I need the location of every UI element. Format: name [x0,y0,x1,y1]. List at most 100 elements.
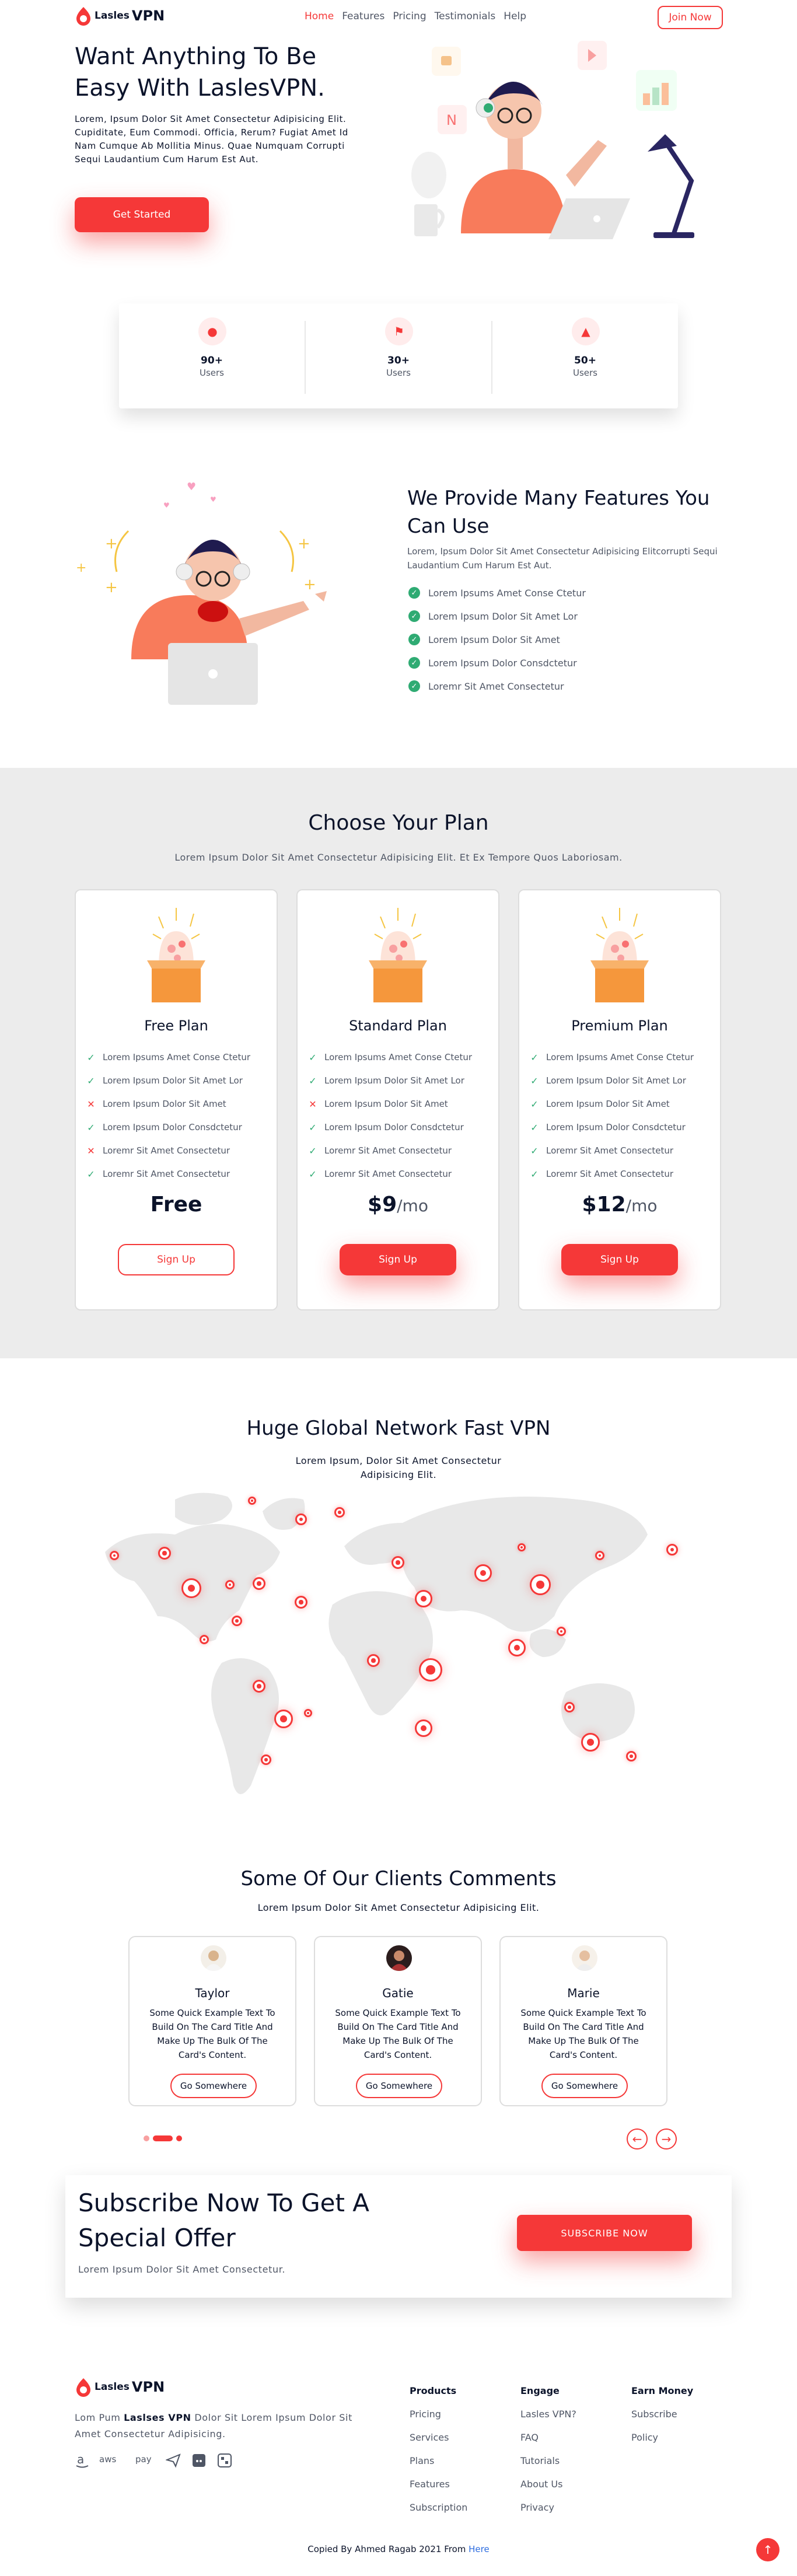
footer-link[interactable]: Tutorials [520,2455,560,2466]
server-location-marker[interactable] [248,1497,256,1505]
brand-logo[interactable]: Lasles VPN [75,6,165,26]
network-subtitle-line1: Lorem Ipsum, Dolor Sit Amet Consectetur [295,1455,502,1466]
client-name: Marie [567,1986,600,2000]
client-comment: Some Quick Example Text To Build On The … [335,2008,461,2060]
scroll-to-top-button[interactable]: ↑ [756,2538,779,2561]
go-somewhere-button[interactable]: Go Somewhere [356,2074,442,2098]
server-location-marker[interactable] [474,1564,492,1582]
carousel-dot[interactable] [176,2135,182,2141]
plans-subtitle: Lorem Ipsum Dolor Sit Amet Consectetur A… [174,852,623,863]
amazon-icon[interactable]: a [75,2452,90,2470]
carousel-next-button[interactable]: → [656,2128,677,2149]
server-location-marker[interactable] [253,1577,265,1590]
plan-feature: ✓ Lorem Ipsum Dolor Sit Amet [530,1092,694,1116]
server-location-marker[interactable] [200,1635,209,1644]
nav-link-features[interactable]: Features [342,11,384,22]
server-location-marker[interactable] [626,1751,637,1761]
server-location-marker[interactable] [181,1578,201,1598]
discord-icon[interactable] [191,2453,207,2470]
arrow-left-icon: ← [632,2132,642,2146]
aws-icon[interactable]: aws [99,2454,116,2465]
server-location-marker[interactable] [158,1547,171,1560]
server-location-marker[interactable] [253,1680,265,1693]
plan-feature-label: Loremr Sit Amet Consectetur [324,1169,452,1179]
footer-link[interactable]: Features [410,2479,450,2490]
user-icon: ● [198,317,226,345]
footer-link[interactable]: Services [410,2432,449,2443]
plan-feature: ✕ Lorem Ipsum Dolor Sit Amet [86,1092,250,1116]
server-location-marker[interactable] [225,1580,235,1589]
go-somewhere-button[interactable]: Go Somewhere [541,2074,628,2098]
footer-description: Lom Pum Laslses VPN Dolor Sit Lorem Ipsu… [75,2410,378,2442]
dashboard-icon[interactable] [217,2453,232,2470]
arrow-up-icon: ↑ [763,2543,773,2557]
server-location-marker[interactable] [518,1543,526,1551]
plan-feature-label: Lorem Ipsum Dolor Sit Amet [103,1099,226,1109]
footer-link[interactable]: Privacy [520,2502,554,2513]
server-location-marker[interactable] [295,1596,307,1609]
plan-feature: ✓ Lorem Ipsum Dolor Sit Amet Lor [530,1069,694,1092]
server-location-marker[interactable] [508,1639,526,1656]
plan-card: Standard Plan ✓ Lorem Ipsums Amet Conse Ct… [296,889,499,1310]
carousel-prev-button[interactable]: ← [627,2128,648,2149]
logo-icon [76,7,90,26]
footer-link[interactable]: Pricing [410,2409,441,2420]
svg-text:♥: ♥ [210,495,216,504]
server-location-marker[interactable] [415,1719,432,1737]
go-somewhere-button[interactable]: Go Somewhere [170,2074,257,2098]
cross-icon: ✕ [309,1098,317,1110]
server-location-marker[interactable] [274,1710,293,1728]
footer-link[interactable]: Policy [631,2432,658,2443]
server-location-marker[interactable] [530,1574,551,1595]
server-location-marker[interactable] [557,1627,566,1636]
subscribe-now-button[interactable]: SUBSCRIBE NOW [517,2215,692,2251]
stat-value: 30+ [387,355,410,366]
sign-up-button[interactable]: Sign Up [118,1244,235,1275]
nav-link-help[interactable]: Help [504,11,526,22]
sign-up-button[interactable]: Sign Up [561,1244,678,1275]
server-location-marker[interactable] [295,1514,307,1525]
carousel-dot-active[interactable] [153,2135,173,2141]
server-location-marker[interactable] [367,1654,380,1667]
footer-link[interactable]: Plans [410,2455,434,2466]
server-location-marker[interactable] [110,1551,119,1560]
footer-column-heading: Engage [520,2385,560,2396]
footer-link[interactable]: FAQ [520,2432,539,2443]
server-location-marker[interactable] [564,1702,575,1712]
nav-link-pricing[interactable]: Pricing [393,11,426,22]
nav-link-home[interactable]: Home [305,11,334,22]
feature-item-label: Lorem Ipsum Dolor Sit Amet Lor [428,610,578,622]
server-location-marker[interactable] [334,1507,345,1518]
check-icon: ✓ [87,1121,95,1133]
nav-link-testimonials[interactable]: Testimonials [435,11,496,22]
check-icon: ✓ [87,1075,95,1086]
paper-plane-icon[interactable] [165,2453,181,2470]
pay-icon[interactable]: pay [135,2454,152,2465]
plan-price-period: /mo [625,1196,658,1215]
footer-link[interactable]: About Us [520,2479,562,2490]
plan-feature: ✓ Lorem Ipsums Amet Conse Ctetur [530,1046,694,1069]
copyright-link[interactable]: Here [469,2544,490,2554]
server-location-marker[interactable] [391,1556,404,1569]
avatar [201,1945,226,1971]
sign-up-button[interactable]: Sign Up [340,1244,456,1275]
server-location-marker[interactable] [581,1733,600,1752]
join-now-button[interactable]: Join Now [658,6,723,29]
clients-title: Some Of Our Clients Comments [240,1867,557,1890]
plans-title: Choose Your Plan [308,811,489,835]
server-location-marker[interactable] [666,1544,678,1556]
server-location-marker[interactable] [595,1551,604,1560]
server-location-marker[interactable] [419,1658,442,1682]
server-location-marker[interactable] [232,1616,242,1626]
server-location-marker[interactable] [304,1709,312,1717]
get-started-button[interactable]: Get Started [75,197,209,232]
carousel-dot[interactable] [144,2135,149,2141]
footer-brand-logo[interactable]: Lasles VPN [75,2377,165,2397]
server-location-marker[interactable] [261,1754,271,1765]
server-location-marker[interactable] [415,1590,432,1607]
plan-feature-label: Loremr Sit Amet Consectetur [324,1145,452,1156]
footer-link[interactable]: Subscription [410,2502,467,2513]
footer-link[interactable]: Subscribe [631,2409,677,2420]
footer-link[interactable]: Lasles VPN? [520,2409,576,2420]
nav-links: Home Features Pricing Testimonials Help [305,11,526,22]
